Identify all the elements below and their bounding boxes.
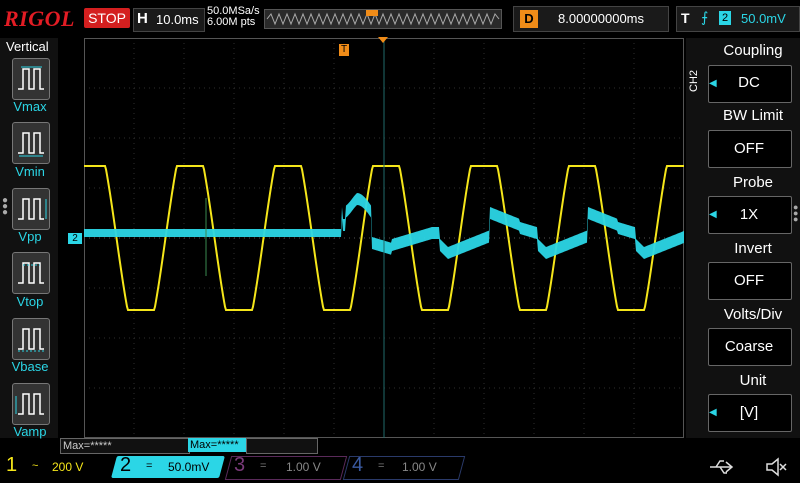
invert-title: Invert [734, 240, 772, 257]
vamp-label: Vamp [13, 424, 47, 439]
volts-div-title: Volts/Div [723, 306, 783, 323]
panel-page-dots-left: ● ● ● [2, 195, 9, 218]
delay-box[interactable]: D 8.00000000ms [513, 6, 669, 32]
vpp-label: Vpp [18, 229, 42, 244]
ch4-tab-content: 4 = 1.00 V [346, 454, 460, 478]
memory-overview-strip[interactable] [264, 9, 502, 29]
ch1-coupling-icon: ~ [32, 460, 39, 472]
ch2-number: 2 [120, 454, 132, 476]
ch3-scale: 1.00 V [286, 460, 321, 474]
ch1-number: 1 [6, 454, 18, 476]
waveform-canvas [83, 37, 685, 439]
measure-panel-title: Vertical [6, 39, 49, 54]
sound-muted-icon[interactable] [764, 456, 788, 478]
channel-menu-tag: CH2 [688, 69, 700, 92]
timebase-value: 10.0ms [156, 12, 199, 27]
vpp-icon [18, 198, 47, 220]
vmax-label: Vmax [13, 99, 47, 114]
delay-value: 8.00000000ms [558, 11, 645, 26]
trigger-source: 2 [719, 11, 731, 25]
brand-logo: RIGOL [4, 6, 75, 31]
run-stop-button[interactable]: STOP [84, 8, 130, 28]
vmin-label: Vmin [15, 164, 45, 179]
vpp-button[interactable] [12, 188, 50, 230]
coupling-title: Coupling [723, 42, 783, 59]
delay-label: D [520, 10, 538, 28]
ch3-tab-content: 3 = 1.00 V [228, 454, 342, 478]
vamp-button[interactable] [12, 383, 50, 425]
volts-div-value: Coarse [724, 338, 774, 355]
probe-title: Probe [732, 174, 774, 191]
memory-depth: 6.00M pts [207, 16, 256, 28]
trigger-box[interactable]: T ⨍ 2 50.0mV [676, 6, 800, 32]
ch1-tab[interactable]: 1 ~ 200 V [0, 454, 114, 478]
ch3-number: 3 [234, 454, 246, 476]
unit-title: Unit [739, 372, 767, 389]
vmax-icon [18, 66, 44, 90]
ch4-number: 4 [352, 454, 364, 476]
ch2-scale: 50.0mV [168, 460, 210, 474]
ch2-max-readout: Max=***** [188, 438, 248, 452]
bw-limit-title: BW Limit [723, 107, 783, 124]
vbase-button[interactable] [12, 318, 50, 360]
vtop-button[interactable] [12, 252, 50, 294]
ch2-tab-content: 2 = 50.0mV [114, 454, 222, 478]
timebase-center-marker [378, 37, 388, 43]
trigger-level: 50.0mV [741, 11, 786, 26]
memory-trigger-marker [366, 10, 378, 16]
ch1-scale: 200 V [52, 460, 84, 474]
vbase-label: Vbase [11, 359, 49, 374]
usb-icon [706, 456, 736, 478]
rising-edge-icon: ⨍ [701, 9, 709, 25]
memory-wave-preview [266, 10, 500, 26]
vamp-icon [15, 393, 44, 415]
ch4-scale: 1.00 V [402, 460, 437, 474]
timebase-box[interactable]: H 10.0ms [133, 8, 205, 32]
ch4-coupling-icon: = [378, 460, 385, 472]
vmin-button[interactable] [12, 122, 50, 164]
acquisition-info: 50.0MSa/s 6.00M pts [207, 6, 260, 28]
vtop-icon [18, 262, 44, 284]
ch2-ground-marker[interactable]: 2 [68, 233, 82, 244]
probe-value: 1X [739, 206, 759, 223]
invert-value: OFF [734, 272, 764, 289]
vmin-icon [18, 132, 44, 157]
bw-limit-value: OFF [734, 140, 764, 157]
unit-value: [V] [739, 404, 759, 421]
ch3-coupling-icon: = [260, 460, 267, 472]
trigger-label: T [681, 10, 690, 26]
ch1-max-readout: Max=***** [60, 438, 190, 454]
trigger-position-marker[interactable]: T [339, 44, 349, 56]
ch2-coupling-icon: = [146, 460, 153, 472]
measurement-slot-empty [246, 438, 318, 454]
vbase-icon [18, 328, 44, 352]
vtop-label: Vtop [16, 294, 44, 309]
coupling-value: DC [738, 74, 760, 91]
timebase-label: H [137, 10, 148, 27]
waveform-display[interactable] [83, 37, 685, 439]
panel-page-dots-right: ● ● ● [793, 202, 799, 224]
vmax-button[interactable] [12, 58, 50, 100]
